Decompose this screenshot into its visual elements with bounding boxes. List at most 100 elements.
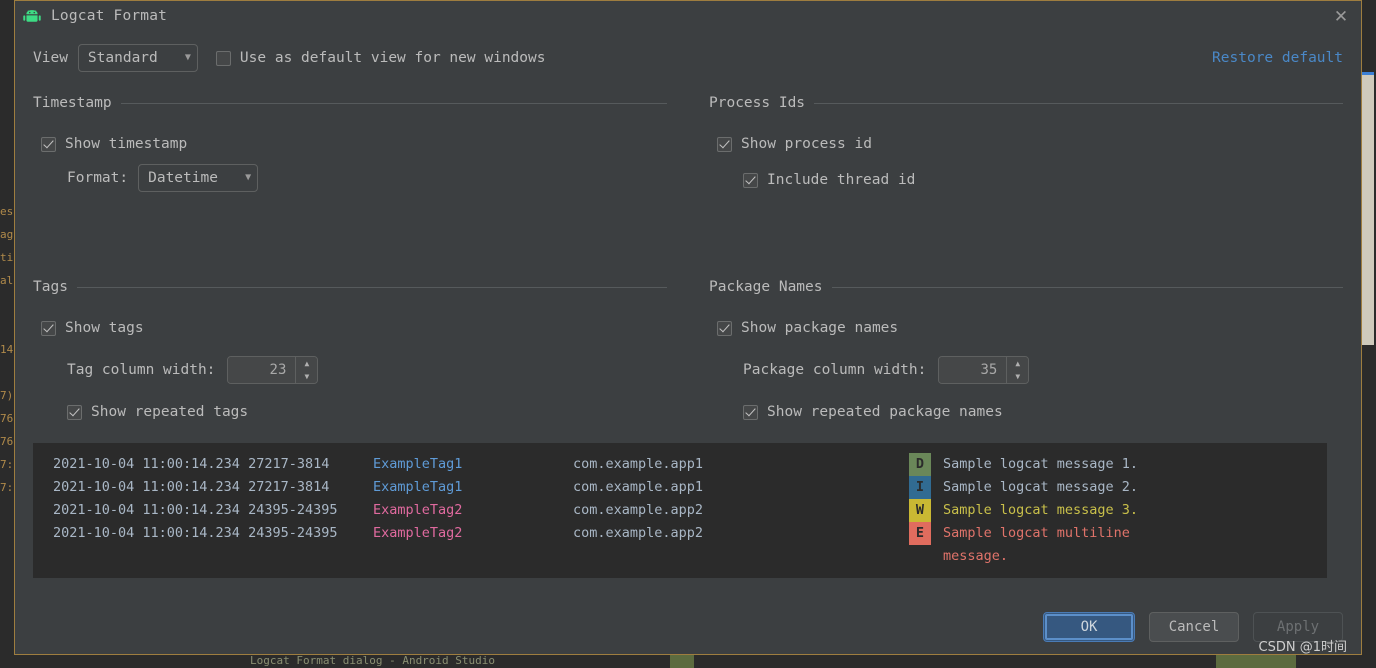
log-timestamp: 2021-10-04 11:00:14.234 24395-24395 (53, 525, 338, 541)
show-timestamp-label: Show timestamp (65, 136, 188, 152)
stepper-up-icon[interactable]: ▲ (296, 357, 317, 370)
tag-column-width-label: Tag column width: (67, 362, 216, 378)
show-repeated-package-names-label: Show repeated package names (767, 404, 1003, 420)
log-level-badge: I (909, 476, 931, 499)
show-package-names-row: Show package names (717, 313, 1343, 343)
show-timestamp-row: Show timestamp (41, 129, 667, 159)
background-accent-left (670, 654, 694, 668)
show-repeated-tags-row: Show repeated tags (67, 397, 667, 427)
show-package-names-checkbox[interactable]: Show package names (717, 320, 898, 336)
logcat-format-dialog: Logcat Format ✕ View Standard ▼ Use as d… (14, 0, 1362, 655)
dialog-body: View Standard ▼ Use as default view for … (15, 43, 1361, 427)
log-message: Sample logcat message 1. (943, 456, 1139, 472)
checkbox-box (717, 320, 732, 336)
checkbox-box (41, 136, 56, 152)
dialog-title: Logcat Format (51, 8, 168, 24)
stepper-up-icon[interactable]: ▲ (1007, 357, 1028, 370)
timestamp-format-label: Format: (67, 170, 129, 186)
view-label: View (33, 50, 68, 66)
show-package-names-label: Show package names (741, 320, 899, 336)
package-column-width-label: Package column width: (743, 362, 927, 378)
show-tags-row: Show tags (41, 313, 667, 343)
log-tag: ExampleTag1 (373, 456, 463, 472)
show-process-id-checkbox[interactable]: Show process id (717, 136, 872, 152)
stepper-down-icon[interactable]: ▼ (296, 370, 317, 383)
chevron-down-icon: ▼ (184, 52, 191, 63)
show-timestamp-checkbox[interactable]: Show timestamp (41, 136, 187, 152)
cancel-button[interactable]: Cancel (1149, 612, 1239, 642)
checkbox-box (743, 172, 758, 188)
include-thread-id-checkbox[interactable]: Include thread id (743, 172, 915, 188)
timestamp-section-header: Timestamp (33, 95, 667, 111)
use-as-default-view-label: Use as default view for new windows (239, 50, 546, 66)
view-row: View Standard ▼ Use as default view for … (33, 43, 1343, 73)
timestamp-section: Timestamp Show timestamp Format: Datetim… (33, 95, 667, 195)
process-ids-section: Process Ids Show process id Include thre… (709, 95, 1343, 195)
ok-button[interactable]: OK (1043, 612, 1135, 642)
log-level-badge: D (909, 453, 931, 476)
log-message: Sample logcat message 3. (943, 502, 1139, 518)
log-tag: ExampleTag2 (373, 502, 463, 518)
settings-row-1: Timestamp Show timestamp Format: Datetim… (33, 95, 1343, 195)
package-column-width-stepper[interactable]: 35 ▲ ▼ (938, 356, 1030, 384)
timestamp-format-row: Format: Datetime ▼ (67, 163, 667, 193)
log-package: com.example.app2 (573, 525, 704, 541)
background-accent-right (1216, 654, 1296, 668)
checkbox-box (215, 50, 231, 66)
tag-column-width-value[interactable]: 23 (228, 357, 296, 383)
log-package: com.example.app1 (573, 479, 704, 495)
timestamp-format-select[interactable]: Datetime ▼ (138, 164, 259, 192)
tags-section-title: Tags (33, 279, 68, 295)
stepper-down-icon[interactable]: ▼ (1007, 370, 1028, 383)
section-divider (814, 102, 1343, 104)
show-tags-checkbox[interactable]: Show tags (41, 320, 144, 336)
settings-row-2: Tags Show tags Tag column width: 23 ▲ ▼ … (33, 279, 1343, 427)
package-names-section-title: Package Names (709, 279, 823, 295)
log-level-badge: E (909, 522, 931, 545)
dialog-titlebar: Logcat Format ✕ (15, 1, 1361, 31)
show-repeated-package-names-checkbox[interactable]: Show repeated package names (743, 404, 1003, 420)
include-thread-id-label: Include thread id (767, 172, 916, 188)
show-repeated-tags-label: Show repeated tags (91, 404, 249, 420)
show-process-id-label: Show process id (741, 136, 872, 152)
log-message-continuation: message. (943, 548, 1009, 564)
log-level-spacer (909, 545, 931, 568)
log-timestamp: 2021-10-04 11:00:14.234 24395-24395 (53, 502, 338, 518)
view-select[interactable]: Standard ▼ (77, 44, 198, 72)
show-repeated-tags-checkbox[interactable]: Show repeated tags (67, 404, 248, 420)
checkbox-box (67, 404, 82, 420)
stepper-arrows: ▲ ▼ (295, 357, 318, 383)
tags-section: Tags Show tags Tag column width: 23 ▲ ▼ … (33, 279, 667, 427)
package-column-width-value[interactable]: 35 (939, 357, 1007, 383)
show-repeated-package-names-row: Show repeated package names (743, 397, 1343, 427)
tags-section-header: Tags (33, 279, 667, 295)
log-timestamp: 2021-10-04 11:00:14.234 27217-3814 (53, 479, 338, 495)
log-package: com.example.app1 (573, 456, 704, 472)
checkbox-box (743, 404, 758, 420)
view-select-value: Standard (87, 50, 158, 66)
use-as-default-view-checkbox[interactable]: Use as default view for new windows (215, 50, 546, 66)
background-left-gutter: es ag ti al 14 7) 76 76 7: 7: (0, 0, 14, 668)
package-column-width-row: Package column width: 35 ▲ ▼ (743, 355, 1343, 385)
checkbox-box (717, 136, 732, 152)
checkbox-box (41, 320, 56, 336)
log-row: 2021-10-04 11:00:14.234 27217-3814 Examp… (53, 453, 1327, 476)
log-tag: ExampleTag2 (373, 525, 463, 541)
tag-column-width-row: Tag column width: 23 ▲ ▼ (67, 355, 667, 385)
log-message: Sample logcat multiline (943, 525, 1130, 541)
log-tag: ExampleTag1 (373, 479, 463, 495)
section-divider (120, 102, 667, 104)
process-ids-section-header: Process Ids (709, 95, 1343, 111)
screen: es ag ti al 14 7) 76 76 7: 7: Logcat For… (0, 0, 1376, 668)
chevron-down-icon: ▼ (245, 172, 252, 183)
log-row: 2021-10-04 11:00:14.234 27217-3814 Examp… (53, 476, 1327, 499)
tag-column-width-stepper[interactable]: 23 ▲ ▼ (227, 356, 319, 384)
log-row: 2021-10-04 11:00:14.234 24395-24395 Examp… (53, 522, 1327, 545)
restore-default-link[interactable]: Restore default (1212, 50, 1343, 66)
process-ids-section-title: Process Ids (709, 95, 806, 111)
log-message: Sample logcat message 2. (943, 479, 1139, 495)
background-bottom-text: Logcat Format dialog - Android Studio (250, 654, 496, 667)
show-process-id-row: Show process id (717, 129, 1343, 159)
log-timestamp: 2021-10-04 11:00:14.234 27217-3814 (53, 456, 338, 472)
close-icon[interactable]: ✕ (1331, 7, 1351, 27)
